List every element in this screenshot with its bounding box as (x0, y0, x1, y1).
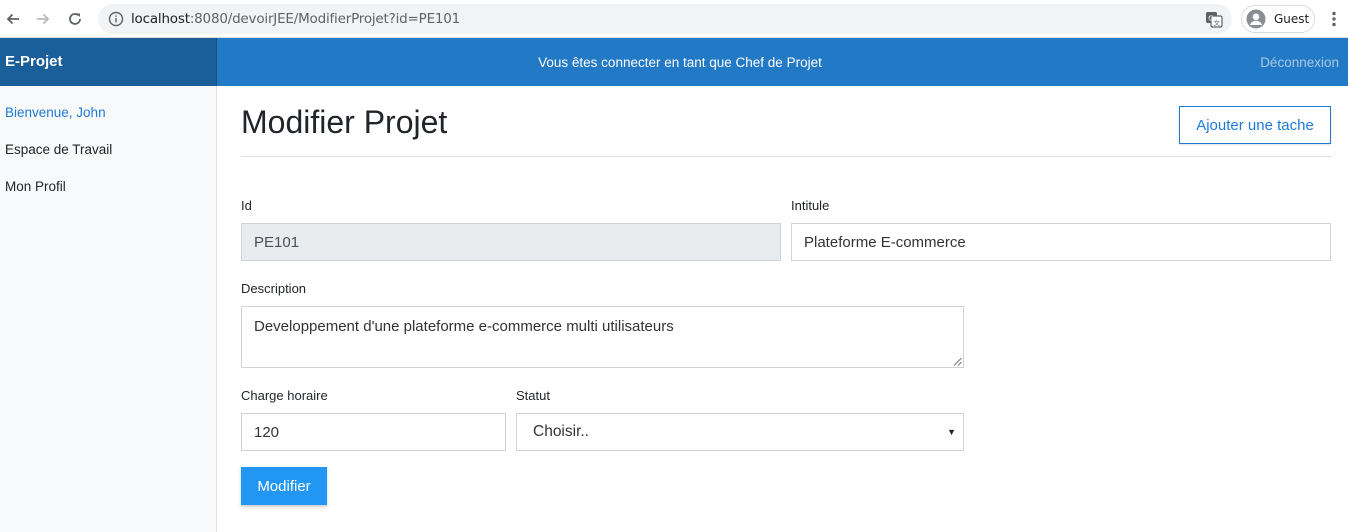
description-textarea[interactable]: Developpement d'une plateforme e-commerc… (241, 306, 964, 368)
description-text: Developpement d'une plateforme e-commerc… (254, 318, 674, 335)
add-task-button[interactable]: Ajouter une tache (1179, 106, 1331, 144)
forward-button[interactable] (32, 8, 54, 30)
sidebar: Bienvenue, John Espace de Travail Mon Pr… (0, 86, 217, 532)
back-arrow-icon (6, 13, 19, 25)
url-path: :8080/devoirJEE/ModifierProjet?id=PE101 (189, 11, 461, 27)
url-text: localhost:8080/devoirJEE/ModifierProjet?… (131, 11, 460, 27)
intitule-label: Intitule (791, 198, 830, 213)
dropdown-caret-icon: ▼ (947, 427, 956, 437)
page-title: Modifier Projet (241, 104, 448, 140)
back-button[interactable] (2, 8, 24, 30)
brand-bar: E-Projet (0, 38, 217, 86)
description-label: Description (241, 281, 307, 296)
statut-label: Statut (516, 388, 550, 403)
sidebar-item-workspace[interactable]: Espace de Travail (5, 142, 112, 157)
id-field: PE101 (241, 223, 781, 261)
statut-selected-value: Choisir.. (533, 423, 589, 440)
brand-logo[interactable]: E-Projet (5, 53, 63, 70)
resize-grip-icon[interactable] (953, 357, 962, 366)
forward-arrow-icon (37, 13, 50, 25)
profile-label: Guest (1274, 12, 1310, 26)
divider (241, 156, 1331, 157)
role-message: Vous êtes connecter en tant que Chef de … (538, 55, 822, 70)
address-bar[interactable]: localhost:8080/devoirJEE/ModifierProjet?… (98, 4, 1232, 34)
more-vert-icon (1332, 11, 1336, 27)
translate-icon[interactable]: G 文 (1205, 10, 1223, 28)
top-navbar: Vous êtes connecter en tant que Chef de … (217, 38, 1348, 86)
browser-menu-button[interactable] (1326, 8, 1342, 30)
charge-field[interactable]: 120 (241, 413, 506, 451)
browser-toolbar: localhost:8080/devoirJEE/ModifierProjet?… (0, 0, 1348, 38)
svg-text:文: 文 (1214, 18, 1221, 27)
sidebar-item-welcome[interactable]: Bienvenue, John (5, 105, 106, 120)
modifier-button[interactable]: Modifier (241, 467, 327, 505)
info-icon[interactable] (108, 11, 124, 27)
logout-link[interactable]: Déconnexion (1260, 55, 1339, 70)
reload-icon (69, 13, 81, 25)
sidebar-item-profile[interactable]: Mon Profil (5, 179, 66, 194)
statut-select[interactable]: Choisir.. ▼ (516, 413, 964, 451)
id-label: Id (241, 198, 252, 213)
charge-label: Charge horaire (241, 388, 328, 403)
profile-button[interactable]: Guest (1241, 5, 1315, 33)
avatar-icon (1246, 9, 1266, 29)
intitule-field[interactable]: Plateforme E-commerce (791, 223, 1331, 261)
url-host: localhost (131, 11, 190, 27)
reload-button[interactable] (64, 8, 86, 30)
